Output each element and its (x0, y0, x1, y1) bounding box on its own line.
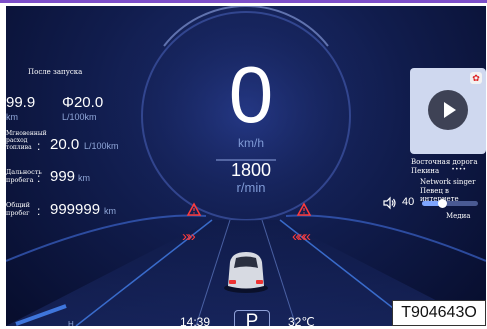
play-icon[interactable] (428, 90, 468, 130)
volume-slider-handle[interactable] (438, 199, 447, 208)
odometer-value: 999999 (50, 201, 101, 218)
speed-value: 0 (228, 50, 274, 139)
outside-temperature: 32℃ (288, 315, 315, 326)
colon-1: : (37, 139, 41, 153)
volume-value: 40 (402, 196, 415, 208)
fuel-empty-label: H (68, 320, 74, 326)
instrument-cluster: После запуска 99.9 km Φ20.0 L/100km Мгно… (6, 6, 486, 326)
rpm-value: 1800 (230, 160, 272, 180)
instant-consumption-value: 20.0 (50, 136, 80, 153)
range-unit: km (78, 173, 90, 183)
album-art[interactable]: ✿ (410, 68, 486, 154)
right-warning-arrows-icon: ««« (292, 228, 311, 245)
trip-distance-unit: km (6, 112, 18, 122)
speaker-icon[interactable] (383, 196, 397, 210)
gear-indicator: P (234, 310, 270, 326)
image-id-label: T904643O (392, 300, 486, 326)
track-title: Восточная дорога Пекина (411, 158, 478, 175)
more-options-icon[interactable]: • • • • (452, 167, 465, 173)
odometer-label: Общий пробег (6, 201, 30, 217)
instant-consumption-label: Мгновенный расход топлива (6, 130, 47, 151)
colon-2: : (37, 171, 41, 185)
odometer-unit: km (104, 206, 116, 216)
left-warning-arrows-icon: »» (182, 228, 196, 245)
trip-distance-value: 99.9 (6, 94, 36, 111)
avg-consumption-value: Φ20.0 (62, 94, 104, 111)
avg-consumption-unit: L/100km (62, 112, 97, 122)
colon-3: : (37, 204, 41, 218)
speed-unit: km/h (237, 136, 264, 150)
screenshot-frame: После запуска 99.9 km Φ20.0 L/100km Мгно… (0, 0, 487, 329)
clock: 14:39 (180, 315, 211, 326)
rpm-unit: r/min (236, 180, 266, 195)
top-accent-line (0, 0, 487, 3)
music-app-logo-icon: ✿ (470, 72, 482, 84)
range-value: 999 (50, 168, 76, 185)
range-label: Дальность пробега (6, 168, 42, 184)
artist-name: Network singer (420, 178, 476, 186)
after-start-label: После запуска (28, 68, 83, 76)
instant-consumption-unit: L/100km (84, 141, 119, 151)
media-source-label: Медиа (446, 212, 471, 220)
